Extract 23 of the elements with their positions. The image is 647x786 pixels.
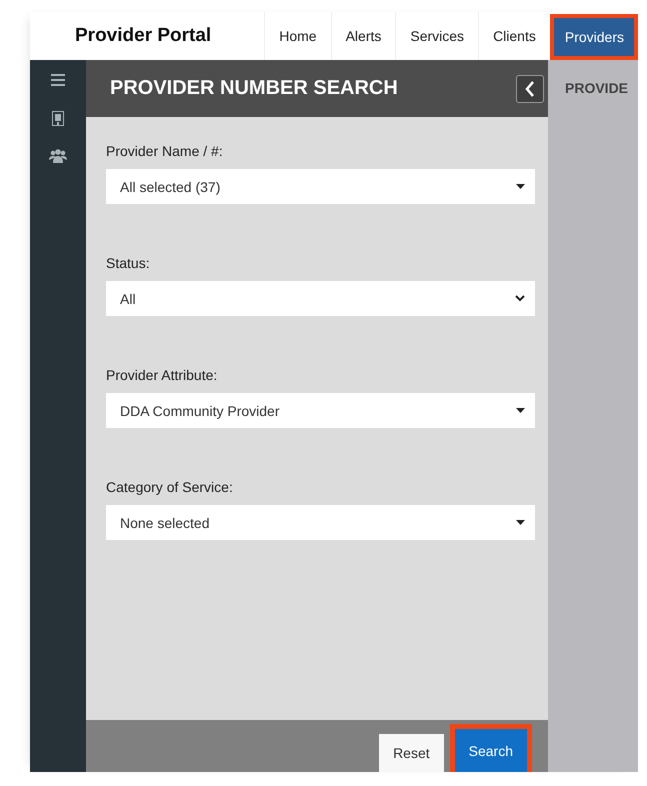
dropdown-field[interactable]: DDA Community Provider	[106, 393, 535, 428]
reset-button[interactable]: Reset	[379, 734, 444, 772]
dropdown-field[interactable]: All selected (37)	[106, 169, 535, 204]
building-icon[interactable]	[52, 110, 64, 126]
caret-down-icon	[516, 184, 525, 189]
field-label: Status:	[106, 255, 151, 271]
field-label: Provider Name / #:	[106, 143, 224, 159]
dropdown-field[interactable]: All	[106, 281, 535, 316]
collapse-button[interactable]	[516, 74, 544, 102]
search-button[interactable]: Search	[450, 724, 532, 772]
pane-title: PROVIDE	[565, 80, 630, 96]
field-label: Provider Attribute:	[106, 367, 218, 383]
field-label: Category of Service:	[106, 479, 234, 495]
dropdown-field[interactable]: None selected	[106, 505, 535, 540]
chevron-left-icon	[525, 80, 535, 96]
menu-icon[interactable]	[51, 74, 65, 86]
caret-down-icon	[516, 520, 525, 525]
portal-title: Provider Portal	[75, 25, 212, 47]
caret-down-icon	[516, 408, 525, 413]
chevron-down-icon	[515, 295, 525, 302]
nav-tab[interactable]: Providers	[550, 14, 638, 60]
panel-title: PROVIDER NUMBER SEARCH	[110, 77, 398, 100]
users-icon[interactable]	[49, 149, 67, 163]
